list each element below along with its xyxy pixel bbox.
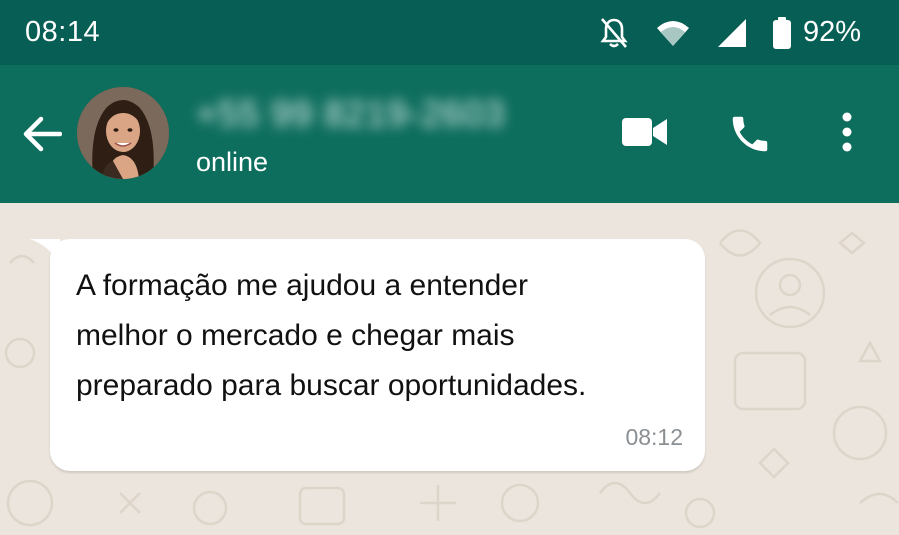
notifications-off-icon xyxy=(599,17,629,49)
video-call-icon[interactable] xyxy=(622,115,668,154)
message-line: preparado para buscar oportunidades. xyxy=(76,369,587,402)
battery-icon xyxy=(772,16,791,49)
wifi-icon xyxy=(655,18,691,48)
back-arrow-icon[interactable] xyxy=(22,115,63,158)
contact-name[interactable]: +55 99 8219-2603 xyxy=(196,93,505,135)
contact-status: online xyxy=(196,147,269,177)
message-bubble[interactable]: A formação me ajudou a entender melhor o… xyxy=(50,239,705,471)
chat-area[interactable]: A formação me ajudou a entender melhor o… xyxy=(0,203,899,535)
avatar[interactable] xyxy=(77,87,169,179)
message-line: melhor o mercado e chegar mais xyxy=(76,319,515,352)
more-vert-icon[interactable] xyxy=(838,111,856,158)
signal-icon xyxy=(717,18,747,48)
chat-header: +55 99 8219-2603 online xyxy=(0,65,899,203)
message-line: A formação me ajudou a entender xyxy=(76,269,528,302)
battery-percent: 92% xyxy=(802,16,861,48)
phone-call-icon[interactable] xyxy=(727,111,773,162)
message-text: A formação me ajudou a entender melhor o… xyxy=(76,261,679,411)
status-bar: 08:14 92% xyxy=(0,0,899,65)
status-icons: 92% xyxy=(599,16,861,49)
status-time: 08:14 xyxy=(25,16,101,48)
message-timestamp: 08:12 xyxy=(625,424,683,450)
